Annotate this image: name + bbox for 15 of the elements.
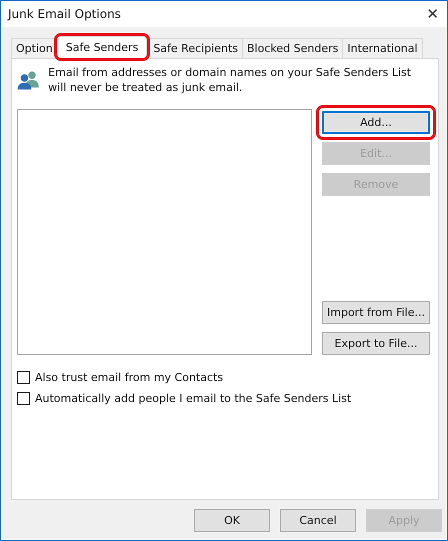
tab[interactable]: International: [342, 38, 423, 58]
checkbox[interactable]: [17, 371, 30, 384]
side-button[interactable]: Import from File...: [322, 301, 430, 324]
tab[interactable]: Safe Recipients: [148, 38, 244, 58]
dialog-button[interactable]: Cancel: [280, 508, 356, 532]
tab[interactable]: Safe Senders: [56, 36, 148, 58]
checkbox[interactable]: [17, 392, 30, 405]
dialog-button[interactable]: OK: [194, 508, 270, 532]
tab[interactable]: Option: [11, 38, 58, 58]
checkbox-label: Automatically add people I email to the Safe Senders List: [35, 392, 352, 405]
window-title: Junk Email Options: [8, 7, 121, 21]
close-button[interactable]: ✕: [426, 5, 439, 23]
description-text: Email from addresses or domain names on your Safe Senders List will never be treated as junk email.: [48, 65, 412, 95]
side-button[interactable]: Export to File...: [322, 332, 430, 355]
checkbox-label: Also trust email from my Contacts: [35, 371, 224, 384]
